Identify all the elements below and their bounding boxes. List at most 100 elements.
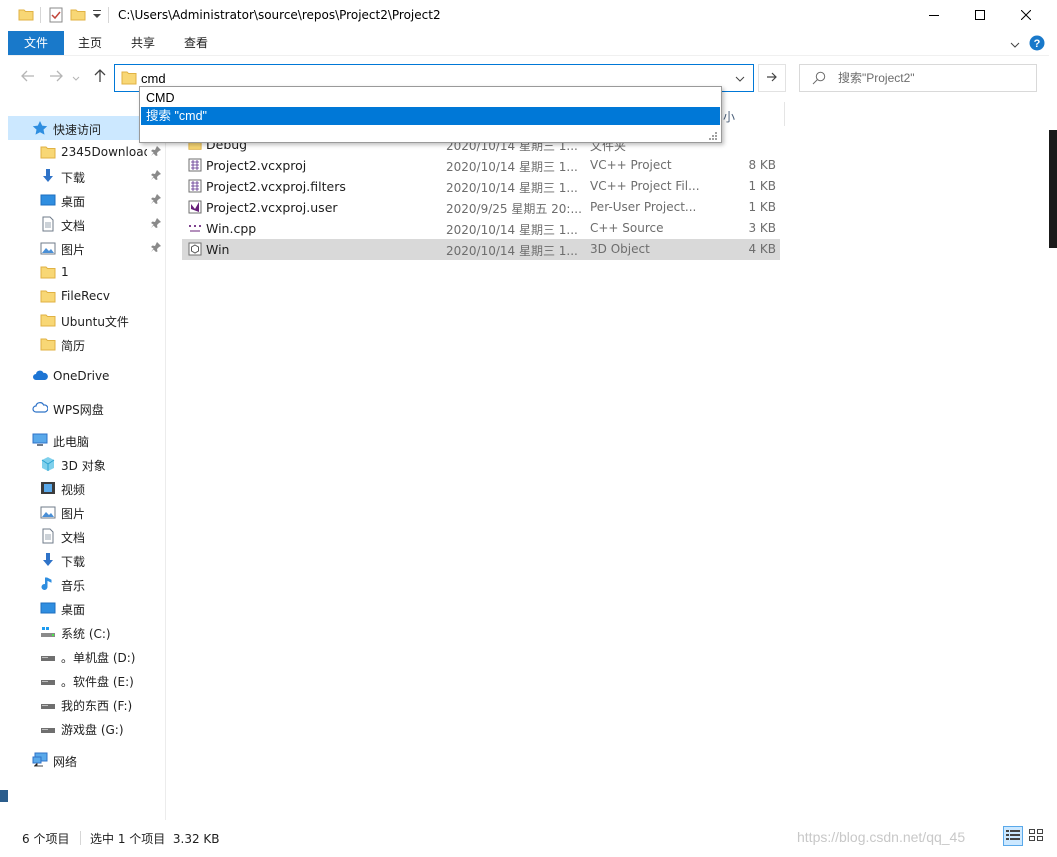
large-icons-view-icon	[1029, 828, 1043, 844]
sidebar-item-label: FileRecv	[61, 289, 110, 303]
file-row[interactable]: Project2.vcxproj 2020/10/14 星期三 1... VC+…	[182, 155, 780, 176]
sidebar-item-drive-f[interactable]: 我的东西 (F:)	[8, 692, 165, 716]
resize-grip-icon[interactable]	[709, 130, 718, 140]
file-row-selected[interactable]: Win 2020/10/14 星期三 1... 3D Object 4 KB	[182, 239, 780, 260]
computer-icon	[32, 432, 48, 448]
navigation-pane: 快速访问 2345Downloads 下载 桌面 文档 图片	[8, 112, 166, 820]
arrow-left-icon	[21, 70, 35, 86]
sidebar-item-label: OneDrive	[53, 369, 110, 383]
arrow-right-icon	[49, 70, 63, 86]
file-size: 1 KB	[748, 179, 776, 193]
sidebar-item-downloads-pinned[interactable]: 下载	[8, 164, 165, 188]
customize-quick-access-icon[interactable]	[92, 9, 102, 27]
folder-icon	[18, 7, 34, 25]
file-size: 8 KB	[748, 158, 776, 172]
sidebar-item-network[interactable]: 网络	[8, 748, 165, 772]
sidebar-item-label: 2345Downloads	[61, 145, 147, 159]
maximize-button[interactable]	[957, 0, 1003, 31]
sidebar-item-label: Ubuntu文件	[61, 315, 129, 329]
recent-locations-button[interactable]	[70, 68, 82, 88]
separator	[40, 7, 42, 25]
tab-share[interactable]: 共享	[120, 31, 166, 55]
sidebar-item-this-pc[interactable]: 此电脑	[8, 428, 165, 452]
sidebar-item-downloads[interactable]: 下载	[8, 548, 165, 572]
search-box[interactable]	[799, 64, 1037, 92]
sidebar-item-music[interactable]: 音乐	[8, 572, 165, 596]
back-button[interactable]	[18, 68, 38, 88]
tab-home[interactable]: 主页	[68, 31, 112, 55]
cube-icon	[40, 456, 56, 472]
video-icon	[40, 480, 56, 496]
sidebar-item-2345downloads[interactable]: 2345Downloads	[8, 140, 165, 164]
sidebar-item-documents-pinned[interactable]: 文档	[8, 212, 165, 236]
sidebar-item-desktop-pinned[interactable]: 桌面	[8, 188, 165, 212]
sidebar-item-resume[interactable]: 简历	[8, 332, 165, 356]
file-row[interactable]: Project2.vcxproj.user 2020/9/25 星期五 20:.…	[182, 197, 780, 218]
file-type: Per-User Project...	[590, 200, 697, 214]
sidebar-item-3d-objects[interactable]: 3D 对象	[8, 452, 165, 476]
expand-ribbon-icon[interactable]	[1010, 39, 1020, 53]
close-button[interactable]	[1003, 0, 1049, 31]
arrow-right-icon	[766, 71, 778, 85]
help-icon[interactable]: ?	[1029, 35, 1045, 54]
sidebar-item-label: 图片	[61, 243, 86, 257]
folder-icon	[40, 336, 56, 352]
file-date: 2020/10/14 星期三 1...	[446, 223, 578, 237]
sidebar-item-label: 音乐	[61, 579, 86, 593]
background-blue-block	[0, 790, 8, 802]
autocomplete-item[interactable]: CMD	[141, 89, 720, 107]
sidebar-item-drive-e[interactable]: 。软件盘 (E:)	[8, 668, 165, 692]
download-icon	[40, 168, 56, 184]
sidebar-item-desktop[interactable]: 桌面	[8, 596, 165, 620]
sidebar-item-filerecv[interactable]: FileRecv	[8, 284, 165, 308]
sidebar-item-label: 文档	[61, 219, 86, 233]
search-input[interactable]	[838, 69, 1028, 87]
chevron-down-icon	[72, 70, 80, 86]
file-row[interactable]: Win.cpp 2020/10/14 星期三 1... C++ Source 3…	[182, 218, 780, 239]
tab-view[interactable]: 查看	[174, 31, 218, 55]
file-size: 3 KB	[748, 221, 776, 235]
forward-button[interactable]	[46, 68, 66, 88]
up-button[interactable]	[90, 68, 110, 88]
sidebar-item-onedrive[interactable]: OneDrive	[8, 364, 165, 388]
large-icons-view-button[interactable]	[1026, 826, 1046, 846]
sidebar-item-videos[interactable]: 视频	[8, 476, 165, 500]
new-folder-icon[interactable]	[70, 7, 86, 25]
sidebar-item-wps-drive[interactable]: WPS网盘	[8, 396, 165, 420]
sidebar-item-drive-g[interactable]: 游戏盘 (G:)	[8, 716, 165, 740]
picture-icon	[40, 504, 56, 520]
column-header-size[interactable]: 小	[723, 108, 735, 125]
title-bar: C:\Users\Administrator\source\repos\Proj…	[8, 0, 1049, 32]
sidebar-item-label: 桌面	[61, 603, 86, 617]
sidebar-item-drive-c[interactable]: 系统 (C:)	[8, 620, 165, 644]
sidebar-item-label: 下载	[61, 171, 86, 185]
sidebar-item-drive-d[interactable]: 。单机盘 (D:)	[8, 644, 165, 668]
pin-icon	[150, 193, 162, 208]
sidebar-item-label: 网络	[53, 755, 78, 769]
pin-icon	[150, 145, 162, 160]
tab-file[interactable]: 文件	[8, 31, 64, 55]
sidebar-item-pictures[interactable]: 图片	[8, 500, 165, 524]
cloud-outline-icon	[32, 400, 49, 416]
music-icon	[40, 576, 56, 592]
go-button[interactable]	[758, 64, 786, 92]
details-view-button[interactable]	[1003, 826, 1023, 846]
watermark-text: https://blog.csdn.net/qq_45	[797, 829, 966, 845]
window-title-path: C:\Users\Administrator\source\repos\Proj…	[118, 8, 441, 22]
minimize-button[interactable]	[911, 0, 957, 31]
sidebar-item-label: 快速访问	[53, 123, 102, 137]
sidebar-item-documents[interactable]: 文档	[8, 524, 165, 548]
file-name: Win	[206, 242, 230, 257]
sidebar-item-label: 桌面	[61, 195, 86, 209]
address-history-dropdown[interactable]	[727, 65, 753, 91]
autocomplete-item-search[interactable]: 搜索 "cmd"	[141, 107, 720, 125]
file-type: VC++ Project	[590, 158, 672, 172]
sidebar-item-ubuntu-files[interactable]: Ubuntu文件	[8, 308, 165, 332]
file-row[interactable]: Project2.vcxproj.filters 2020/10/14 星期三 …	[182, 176, 780, 197]
address-input[interactable]	[141, 68, 701, 88]
properties-icon[interactable]	[48, 7, 64, 25]
sidebar-item-pictures-pinned[interactable]: 图片	[8, 236, 165, 260]
document-icon	[40, 528, 56, 544]
sidebar-item-folder-1[interactable]: 1	[8, 260, 165, 284]
folder-icon	[40, 264, 56, 280]
